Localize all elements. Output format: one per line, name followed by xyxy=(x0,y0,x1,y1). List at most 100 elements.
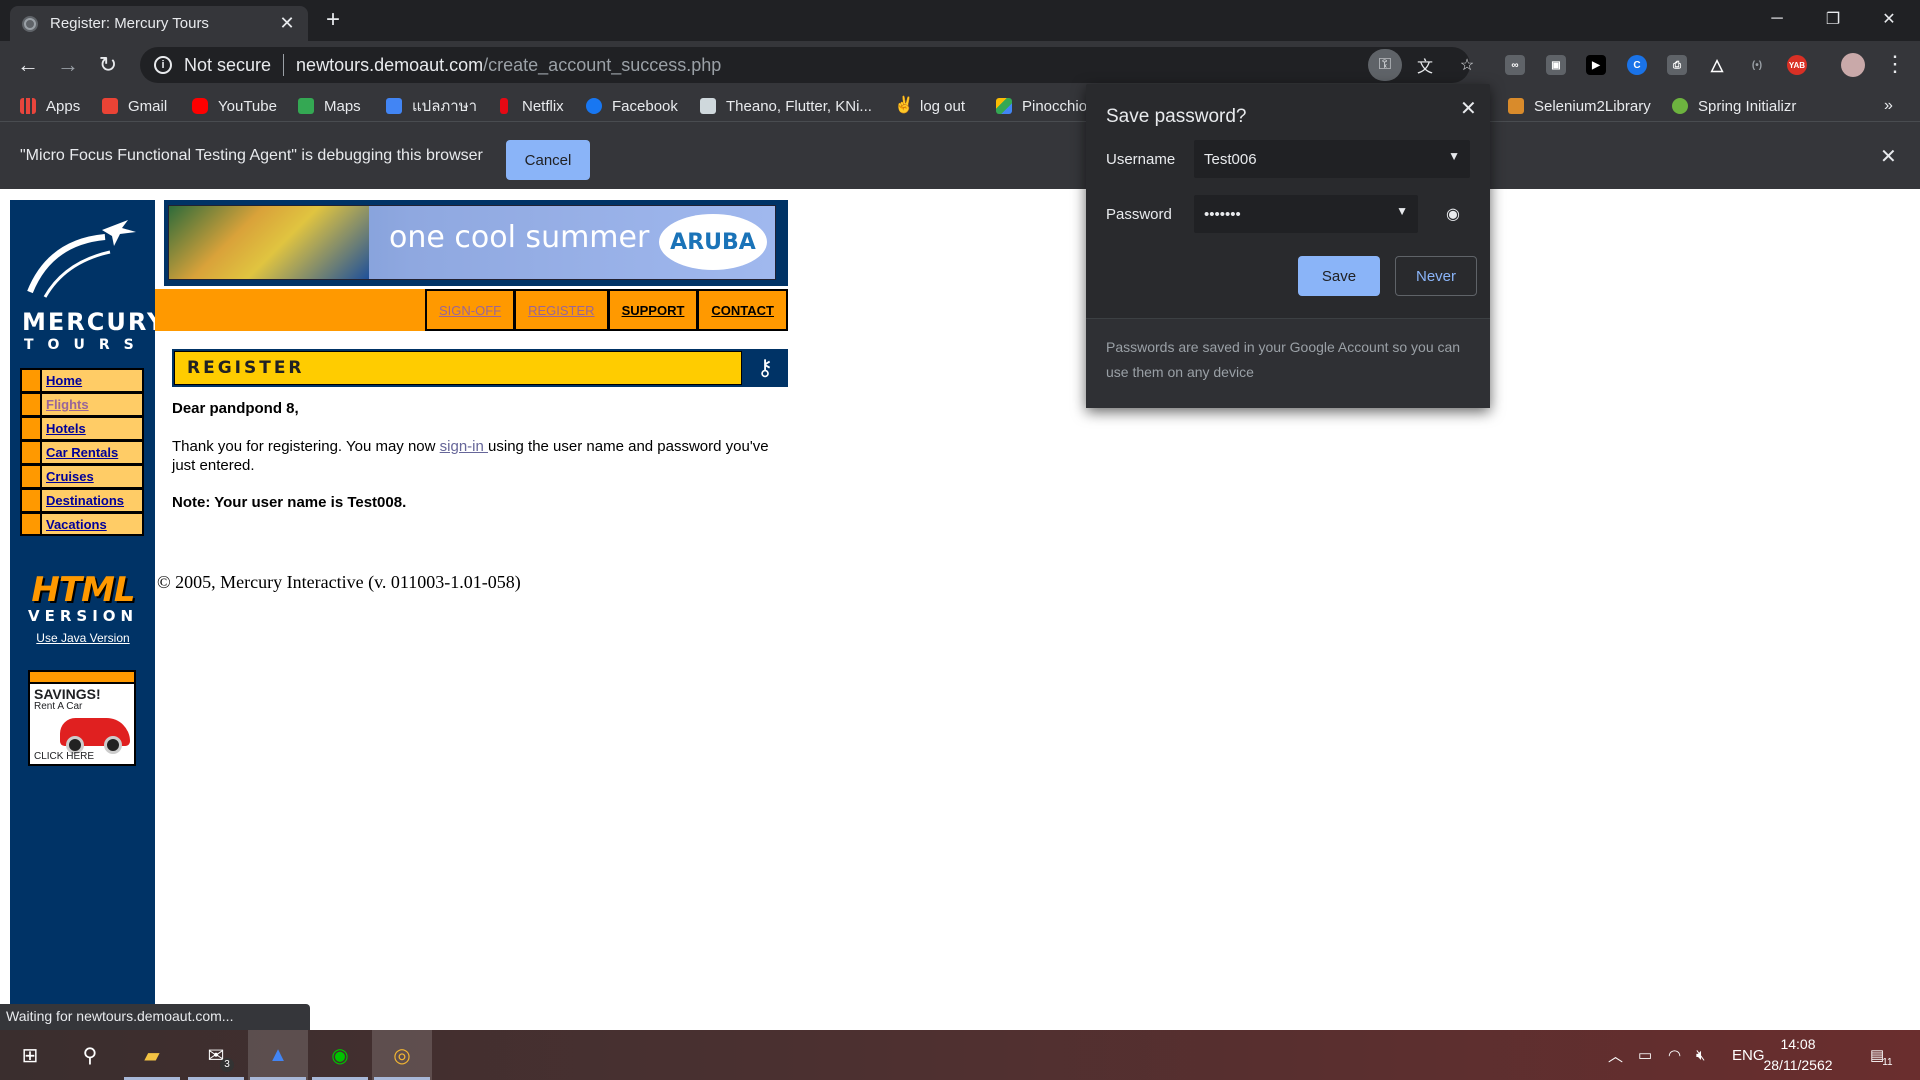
security-label: Not secure xyxy=(184,54,272,75)
mercury-logo[interactable]: MERCURY TOURS xyxy=(10,212,164,353)
bookmark-selenium[interactable]: Selenium2Library xyxy=(1508,95,1651,117)
forward-icon[interactable]: → xyxy=(54,51,82,79)
bookmark-youtube[interactable]: YouTube xyxy=(192,95,277,117)
use-java-version-link[interactable]: Use Java Version xyxy=(28,631,138,645)
back-icon[interactable]: ← xyxy=(14,51,42,79)
password-key-icon[interactable]: ⚿ xyxy=(1368,49,1402,81)
volume-muted-icon[interactable]: 🔇︎ xyxy=(1696,1030,1705,1080)
mail-icon[interactable]: ✉ 3 xyxy=(186,1030,246,1080)
sidebar-link[interactable]: Home xyxy=(42,370,82,391)
translate-page-icon[interactable]: 文 xyxy=(1408,49,1442,81)
minimize-icon[interactable]: ─ xyxy=(1749,0,1805,38)
bookmark-label: Spring Initializr xyxy=(1698,97,1797,115)
nav-bullet xyxy=(22,394,42,415)
bookmark-facebook[interactable]: Facebook xyxy=(586,95,678,117)
sidebar-item-home[interactable]: Home xyxy=(20,368,144,392)
close-infobar-icon[interactable]: ✕ xyxy=(1880,144,1897,169)
bookmark-theano[interactable]: Theano, Flutter, KNi... xyxy=(700,95,872,117)
chevron-down-icon[interactable]: ▼ xyxy=(1448,149,1460,163)
extension-glasses-icon[interactable]: ∞ xyxy=(1505,55,1525,75)
chrome-menu-icon[interactable]: ⋮ xyxy=(1884,53,1906,75)
sidebar-link[interactable]: Car Rentals xyxy=(42,442,118,463)
password-field[interactable]: ••••••• ▼ xyxy=(1194,195,1418,233)
address-bar[interactable]: i Not secure newtours.demoaut.com/create… xyxy=(140,47,1470,83)
never-save-button[interactable]: Never xyxy=(1395,256,1477,296)
loading-status: Waiting for newtours.demoaut.com... xyxy=(0,1004,310,1030)
extension-camera-icon[interactable]: ▣ xyxy=(1546,55,1566,75)
extension-c-icon[interactable]: C xyxy=(1627,55,1647,75)
password-label: Password xyxy=(1106,206,1172,223)
signoff-link[interactable]: SIGN-OFF xyxy=(424,289,515,331)
start-windows-icon[interactable]: ⊞ xyxy=(0,1030,60,1080)
wheel-icon xyxy=(104,736,122,754)
sign-in-link[interactable]: sign-in xyxy=(440,438,488,455)
restore-icon[interactable]: ❐ xyxy=(1805,0,1861,38)
sidebar-item-flights[interactable]: Flights xyxy=(20,392,144,416)
show-password-eye-icon[interactable]: ◉ xyxy=(1446,204,1460,224)
username-label: Username xyxy=(1106,151,1176,168)
sidebar-item-hotels[interactable]: Hotels xyxy=(20,416,144,440)
bookmark-apps[interactable]: Apps xyxy=(20,95,80,117)
file-explorer-icon[interactable]: ▰ xyxy=(122,1030,182,1080)
close-dialog-icon[interactable]: ✕ xyxy=(1460,96,1477,121)
wifi-icon[interactable]: ◠ xyxy=(1668,1030,1681,1080)
drive-app-icon[interactable]: ▲ xyxy=(248,1030,308,1080)
bookmark-gmail[interactable]: Gmail xyxy=(102,95,167,117)
sidebar-item-car-rentals[interactable]: Car Rentals xyxy=(20,440,144,464)
extension-drive-icon[interactable]: △ xyxy=(1707,55,1727,75)
bookmark-netflix[interactable]: Netflix xyxy=(496,95,564,117)
promo-banner[interactable]: one cool summer ARUBA xyxy=(164,200,788,286)
site-info-icon[interactable]: i xyxy=(154,56,172,74)
username-field[interactable]: Test006 ▼ xyxy=(1194,140,1470,178)
sidebar-link[interactable]: Vacations xyxy=(42,514,107,534)
extension-youtube-icon[interactable]: ▶ xyxy=(1586,55,1606,75)
battery-icon[interactable]: ▭ xyxy=(1638,1030,1652,1080)
left-sidebar: MERCURY TOURS Home Flights Hotels Car Re… xyxy=(10,200,164,1005)
windows-taskbar: ⊞ ⚲ ▰ ✉ 3 ▲ ◉ ◎ ︿ ▭ ◠ 🔇︎ ENG 14:08 28/11/… xyxy=(0,1030,1920,1080)
system-clock[interactable]: 14:08 28/11/2562 xyxy=(1760,1034,1836,1076)
line-app-icon[interactable]: ◉ xyxy=(310,1030,370,1080)
more-bookmarks-icon[interactable]: » xyxy=(1884,95,1893,117)
bookmark-pinocchio[interactable]: Pinocchio xyxy=(996,95,1087,117)
page-title: REGISTER xyxy=(174,351,742,385)
register-link[interactable]: REGISTER xyxy=(514,289,608,331)
extension-yab-icon[interactable]: YAB xyxy=(1787,55,1807,75)
cancel-debugging-button[interactable]: Cancel xyxy=(506,140,590,180)
bookmark-label: แปลภาษา xyxy=(412,98,478,115)
contact-link[interactable]: CONTACT xyxy=(697,289,788,331)
extension-printer-icon[interactable]: ⎙ xyxy=(1667,55,1687,75)
sidebar-link[interactable]: Hotels xyxy=(42,418,86,439)
chrome-app-icon[interactable]: ◎ xyxy=(372,1030,432,1080)
close-tab-icon[interactable]: ✕ xyxy=(278,13,296,34)
bookmark-maps[interactable]: Maps xyxy=(298,95,361,117)
bookmark-star-icon[interactable]: ☆ xyxy=(1450,49,1484,81)
chevron-down-icon[interactable]: ▼ xyxy=(1396,204,1408,218)
sidebar-link[interactable]: Flights xyxy=(42,394,89,415)
key-icon: ⚷ xyxy=(756,355,774,380)
bookmark-spring[interactable]: Spring Initializr xyxy=(1672,95,1796,117)
search-icon[interactable]: ⚲ xyxy=(60,1030,120,1080)
rent-a-car-ad[interactable]: SAVINGS! Rent A Car CLICK HERE xyxy=(28,670,136,766)
ad-subtitle: Rent A Car xyxy=(34,701,83,712)
sidebar-item-vacations[interactable]: Vacations xyxy=(20,512,144,536)
sidebar-item-cruises[interactable]: Cruises xyxy=(20,464,144,488)
save-password-button[interactable]: Save xyxy=(1298,256,1380,296)
ad-click-here: CLICK HERE xyxy=(34,751,95,762)
bookmark-logout[interactable]: ✌ log out xyxy=(894,95,965,117)
sidebar-link[interactable]: Cruises xyxy=(42,466,94,487)
show-hidden-icons-icon[interactable]: ︿ xyxy=(1608,1030,1623,1080)
profile-avatar-icon[interactable] xyxy=(1841,53,1865,77)
bookmark-label: Gmail xyxy=(128,97,168,115)
clock-time: 14:08 xyxy=(1780,1036,1816,1052)
notification-center-icon[interactable]: ▤ 11 xyxy=(1870,1030,1893,1080)
sidebar-item-destinations[interactable]: Destinations xyxy=(20,488,144,512)
window-close-icon[interactable]: ✕ xyxy=(1861,0,1917,38)
reload-icon[interactable]: ↻ xyxy=(94,51,122,79)
sidebar-link[interactable]: Destinations xyxy=(42,490,124,511)
bookmark-translate[interactable]: แปลภาษา xyxy=(386,95,477,117)
support-link[interactable]: SUPPORT xyxy=(607,289,698,331)
nav-bullet xyxy=(22,418,42,439)
browser-tab[interactable]: Register: Mercury Tours ✕ xyxy=(10,6,308,41)
extension-cast-icon[interactable]: (•) xyxy=(1747,55,1767,75)
new-tab-button[interactable]: + xyxy=(326,8,340,32)
